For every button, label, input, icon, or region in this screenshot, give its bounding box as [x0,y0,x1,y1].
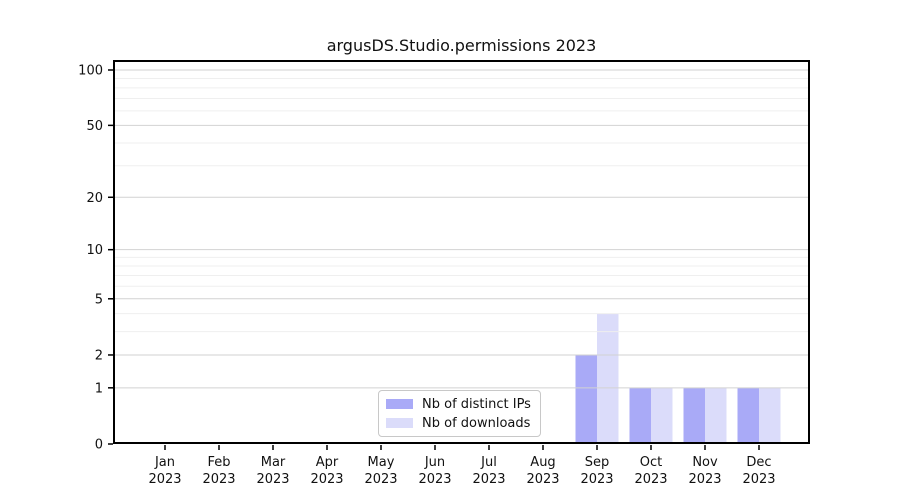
x-tick-label-year: 2023 [742,472,775,487]
x-tick-label-month: Jan [154,455,175,470]
x-tick-label-year: 2023 [526,472,559,487]
x-tick-label-month: Mar [261,455,286,470]
y-tick-label: 2 [95,348,103,363]
x-tick-label-year: 2023 [202,472,235,487]
x-tick-label-month: Oct [640,455,662,470]
x-tick-label-month: Sep [585,455,610,470]
bar [759,388,781,443]
legend-item-downloads: Nb of downloads [386,416,532,431]
x-tick-label-month: Apr [316,455,339,470]
y-tick-label: 1 [95,381,103,396]
y-tick-label: 100 [78,63,103,78]
x-tick-label-month: May [368,455,395,470]
bar [630,388,652,443]
x-tick-label-month: Jun [424,455,445,470]
x-tick-label-month: Dec [746,455,771,470]
legend-swatch-distinct-ips-icon [386,399,413,409]
x-tick-label-year: 2023 [310,472,343,487]
legend-item-distinct-ips: Nb of distinct IPs [386,397,532,412]
y-tick-label: 0 [95,438,103,453]
bar [651,388,673,443]
x-tick-label-month: Aug [530,455,555,470]
y-tick-label: 20 [86,191,103,206]
y-tick-label: 10 [86,243,103,258]
legend-swatch-downloads-icon [386,418,413,428]
x-tick-label-month: Feb [207,455,230,470]
x-tick-label-year: 2023 [364,472,397,487]
x-tick-label-year: 2023 [688,472,721,487]
legend-label-distinct-ips: Nb of distinct IPs [422,397,531,412]
x-tick-label-year: 2023 [148,472,181,487]
figure: argusDS.Studio.permissions 2023 01251020… [0,0,900,500]
x-tick-label-month: Jul [480,455,497,470]
x-tick-label-year: 2023 [256,472,289,487]
y-tick-label: 5 [95,292,103,307]
x-tick-label-year: 2023 [634,472,667,487]
bar [597,314,619,443]
plot-border [114,61,809,443]
x-tick-label-year: 2023 [418,472,451,487]
y-tick-label: 50 [86,119,103,134]
bar [705,388,727,443]
x-tick-label-month: Nov [692,455,718,470]
x-tick-label-year: 2023 [472,472,505,487]
bar [684,388,706,443]
bar [738,388,760,443]
x-tick-label-year: 2023 [580,472,613,487]
bar [576,355,598,443]
legend-label-downloads: Nb of downloads [422,416,530,431]
legend: Nb of distinct IPs Nb of downloads [378,390,541,437]
